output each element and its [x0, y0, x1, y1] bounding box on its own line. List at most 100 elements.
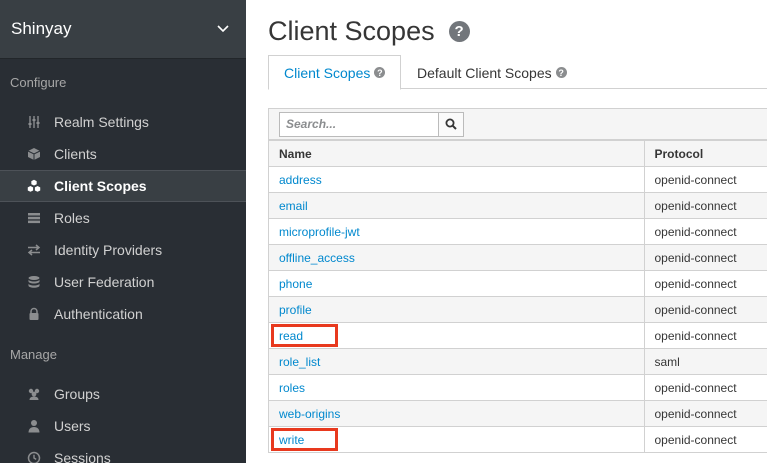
cell-protocol: openid-connect: [643, 270, 767, 297]
client-scope-link[interactable]: address: [279, 173, 322, 187]
table-row: profile openid-connect: [268, 296, 767, 323]
table-row: address openid-connect: [268, 166, 767, 193]
client-scope-link[interactable]: email: [279, 199, 308, 213]
cell-protocol: openid-connect: [643, 322, 767, 349]
database-icon: [26, 274, 42, 290]
page-title: Client Scopes: [268, 16, 435, 46]
cell-name: profile: [268, 296, 644, 323]
cell-name: address: [268, 166, 644, 193]
sidebar-item-sessions[interactable]: Sessions: [0, 442, 246, 463]
sidebar-item-identity-providers[interactable]: Identity Providers: [0, 234, 246, 266]
sidebar-item-user-federation[interactable]: User Federation: [0, 266, 246, 298]
realm-name: Shinyay: [11, 19, 72, 38]
main-content: Client Scopes ? Client Scopes ? Default …: [246, 0, 767, 463]
client-scopes-table: Name Protocol addressopenid-connectemail…: [268, 108, 767, 453]
table-toolbar: [268, 108, 767, 140]
cubes-icon: [26, 178, 42, 194]
section-title-configure: Configure: [10, 75, 67, 90]
cell-protocol: openid-connect: [643, 400, 767, 427]
cell-name: read: [268, 322, 644, 349]
sidebar-item-label: Clients: [54, 146, 97, 162]
table-row: email openid-connect: [268, 192, 767, 219]
users-icon: [26, 386, 42, 402]
table-header-row: Name Protocol: [268, 140, 767, 167]
client-scope-link[interactable]: phone: [279, 277, 312, 291]
cell-protocol: openid-connect: [643, 166, 767, 193]
table-row: roles openid-connect: [268, 374, 767, 401]
list-icon: [26, 210, 42, 226]
sidebar-item-label: Groups: [54, 386, 100, 402]
sidebar-item-realm-settings[interactable]: Realm Settings: [0, 106, 246, 138]
section-title-manage: Manage: [10, 346, 57, 362]
cell-protocol: openid-connect: [643, 244, 767, 271]
cell-name: phone: [268, 270, 644, 297]
help-icon[interactable]: ?: [374, 67, 386, 78]
table-row: phone openid-connect: [268, 270, 767, 297]
column-header-protocol[interactable]: Protocol: [643, 140, 767, 167]
column-header-name[interactable]: Name: [268, 140, 644, 167]
tab-bar: Client Scopes ? Default Client Scopes ?: [268, 55, 767, 90]
tab-client-scopes[interactable]: Client Scopes ?: [268, 55, 401, 90]
sidebar-item-label: Roles: [54, 210, 90, 226]
table-row: microprofile-jwt openid-connect: [268, 218, 767, 245]
table-row: role_list saml: [268, 348, 767, 375]
client-scope-link[interactable]: roles: [279, 381, 305, 395]
sidebar-item-label: Users: [54, 418, 91, 434]
sidebar-item-label: Identity Providers: [54, 242, 163, 258]
cell-name: roles: [268, 374, 644, 401]
cell-name: role_list: [268, 348, 644, 375]
sidebar-item-label: Client Scopes: [54, 178, 147, 194]
table: Name Protocol address openid-connect email…: [268, 140, 767, 453]
client-scope-link[interactable]: profile: [279, 303, 312, 317]
sidebar-item-roles[interactable]: Roles: [0, 202, 246, 234]
sidebar-item-groups[interactable]: Groups: [0, 378, 246, 410]
sidebar-item-label: Realm Settings: [54, 114, 149, 130]
sidebar-item-label: Sessions: [54, 450, 111, 463]
sidebar-item-label: User Federation: [54, 274, 155, 290]
sidebar: Shinyay Configure Realm Settings Clients…: [0, 0, 246, 463]
help-icon[interactable]: ?: [555, 67, 567, 78]
search-input[interactable]: [279, 111, 439, 137]
client-scope-link[interactable]: offline_access: [279, 251, 355, 265]
client-scope-link[interactable]: role_list: [279, 355, 320, 369]
sidebar-item-clients[interactable]: Clients: [0, 138, 246, 170]
page-header: Client Scopes ?: [268, 16, 470, 47]
client-scope-link[interactable]: microprofile-jwt: [279, 225, 360, 239]
cell-protocol: openid-connect: [643, 426, 767, 453]
tab-label: Default Client Scopes: [417, 64, 552, 81]
help-icon[interactable]: ?: [448, 21, 470, 42]
realm-selector[interactable]: Shinyay: [0, 0, 246, 59]
lock-icon: [26, 306, 42, 322]
cell-protocol: openid-connect: [643, 192, 767, 219]
client-scope-link[interactable]: read: [279, 329, 303, 343]
tab-label: Client Scopes: [284, 64, 371, 81]
search-button[interactable]: [439, 111, 464, 137]
cell-name: email: [268, 192, 644, 219]
cell-name: microprofile-jwt: [268, 218, 644, 245]
table-row: offline_access openid-connect: [268, 244, 767, 271]
cube-icon: [26, 146, 42, 162]
table-row: write openid-connect: [268, 426, 767, 453]
sidebar-item-client-scopes[interactable]: Client Scopes: [0, 170, 246, 202]
sidebar-item-label: Authentication: [54, 306, 143, 322]
cell-protocol: openid-connect: [643, 296, 767, 323]
exchange-icon: [26, 242, 42, 258]
sidebar-item-users[interactable]: Users: [0, 410, 246, 442]
search-box: [279, 111, 464, 137]
search-icon: [445, 118, 457, 130]
sliders-icon: [26, 114, 42, 130]
table-row: web-origins openid-connect: [268, 400, 767, 427]
tab-default-client-scopes[interactable]: Default Client Scopes ?: [417, 55, 567, 90]
cell-name: web-origins: [268, 400, 644, 427]
client-scope-link[interactable]: write: [279, 433, 304, 447]
cell-protocol: saml: [643, 348, 767, 375]
cell-name: write: [268, 426, 644, 453]
cell-protocol: openid-connect: [643, 218, 767, 245]
clock-icon: [26, 450, 42, 463]
cell-name: offline_access: [268, 244, 644, 271]
client-scope-link[interactable]: web-origins: [279, 407, 340, 421]
cell-protocol: openid-connect: [643, 374, 767, 401]
user-icon: [26, 418, 42, 434]
chevron-down-icon: [216, 22, 230, 36]
sidebar-item-authentication[interactable]: Authentication: [0, 298, 246, 330]
